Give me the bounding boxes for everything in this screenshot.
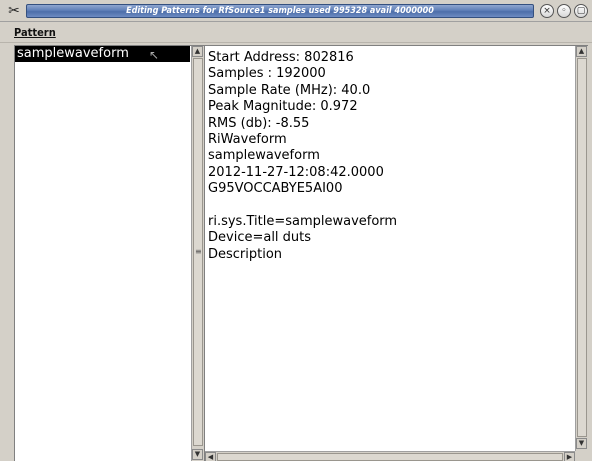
menu-bar: Pattern <box>0 23 592 43</box>
start-address: Start Address: 802816 <box>208 50 354 65</box>
minimize-icon: ◦ <box>561 6 567 16</box>
peak-magnitude: Peak Magnitude: 0.972 <box>208 99 358 115</box>
maximize-button[interactable]: ▢ <box>574 4 588 18</box>
minimize-button[interactable]: ◦ <box>557 4 571 18</box>
menu-pattern[interactable]: Pattern <box>14 26 56 40</box>
tools-icon[interactable]: ✂ <box>6 3 22 19</box>
waveform-name: samplewaveform <box>208 148 320 164</box>
scroll-down-icon[interactable]: ▼ <box>576 438 587 449</box>
scroll-down-icon[interactable]: ▼ <box>192 449 203 460</box>
identifier: G95VOCCABYE5AI00 <box>208 181 343 197</box>
patterns-list[interactable]: samplewaveform ↖ ▲ ≡ ▼ <box>14 45 204 461</box>
waveform-type: RiWaveform <box>208 131 287 147</box>
info-vertical-scrollbar[interactable]: ▲ ▼ <box>575 46 588 451</box>
grip-icon: ≡ <box>195 247 202 256</box>
samples: Samples : 192000 <box>208 66 326 82</box>
scroll-up-icon[interactable]: ▲ <box>576 46 587 57</box>
window-title: Editing Patterns for RfSource1 samples u… <box>126 6 434 16</box>
scrollbar-corner <box>575 451 588 461</box>
title-bar: ✂ Editing Patterns for RfSource1 samples… <box>0 0 592 22</box>
device: Device=all duts <box>208 230 312 246</box>
scroll-thumb[interactable]: ≡ <box>193 58 203 446</box>
close-button[interactable]: × <box>540 4 554 18</box>
list-item-label: samplewaveform <box>17 46 129 61</box>
timestamp: 2012-11-27-12:08:42.0000 <box>208 164 384 180</box>
close-icon: × <box>543 6 551 16</box>
sample-rate: Sample Rate (MHz): 40.0 <box>208 82 371 98</box>
scroll-right-icon[interactable]: ▶ <box>564 452 575 461</box>
info-horizontal-scrollbar[interactable]: ◀ ▶ <box>205 451 575 461</box>
description: Description <box>208 246 283 262</box>
scroll-left-icon[interactable]: ◀ <box>205 452 216 461</box>
list-vertical-scrollbar[interactable]: ▲ ≡ ▼ <box>191 46 204 461</box>
list-item[interactable]: samplewaveform <box>15 46 190 62</box>
pattern-info-panel[interactable]: Start Address: 802816 Samples : 192000 S… <box>204 45 588 461</box>
scroll-thumb[interactable] <box>577 58 587 437</box>
menu-pattern-label: Pattern <box>14 26 56 39</box>
scroll-up-icon[interactable]: ▲ <box>192 46 203 57</box>
maximize-icon: ▢ <box>576 6 586 16</box>
scroll-thumb[interactable] <box>217 453 563 461</box>
title-strip[interactable]: Editing Patterns for RfSource1 samples u… <box>26 4 534 18</box>
sys-title: ri.sys.Title=samplewaveform <box>208 213 398 229</box>
mouse-cursor-icon: ↖ <box>149 48 160 62</box>
rms: RMS (db): -8.55 <box>208 115 310 131</box>
pattern-info-text[interactable]: Start Address: 802816 Samples : 192000 S… <box>208 50 568 263</box>
